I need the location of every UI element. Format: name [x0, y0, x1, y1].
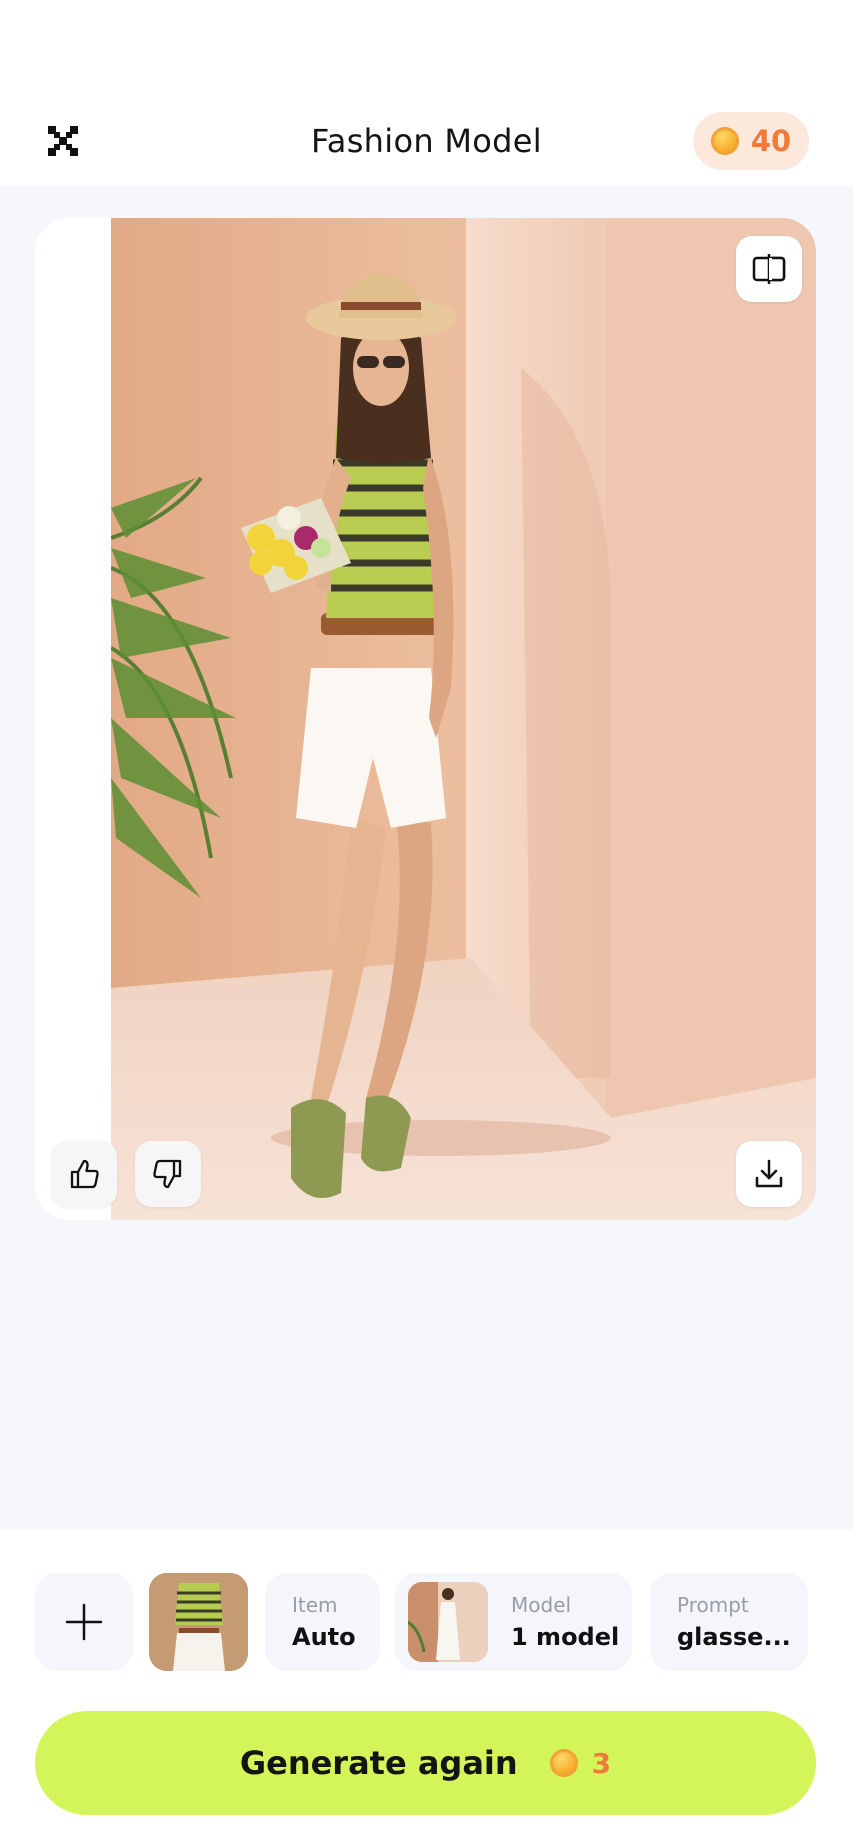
like-button[interactable] — [51, 1141, 117, 1207]
prompt-option[interactable]: Prompt glasse... — [650, 1573, 808, 1671]
model-thumbnail — [408, 1582, 488, 1662]
model-thumbnail-image — [408, 1582, 488, 1662]
generated-image[interactable] — [111, 218, 816, 1220]
item-thumbnail[interactable] — [149, 1573, 248, 1671]
generate-again-button[interactable]: Generate again 3 — [35, 1711, 816, 1815]
dislike-button[interactable] — [135, 1141, 201, 1207]
fashion-model-illustration — [111, 218, 816, 1220]
coin-balance-value: 40 — [750, 124, 792, 158]
thumbs-up-icon — [70, 1159, 99, 1189]
item-thumbnail-image — [149, 1573, 248, 1671]
item-option[interactable]: Item Auto — [265, 1573, 380, 1671]
coin-balance-badge[interactable]: 40 — [693, 112, 809, 170]
generate-again-label: Generate again — [239, 1744, 518, 1782]
item-option-label: Item — [292, 1593, 338, 1617]
download-button[interactable] — [736, 1141, 802, 1207]
prompt-option-label: Prompt — [677, 1593, 749, 1617]
coin-icon — [549, 1749, 578, 1777]
item-option-value: Auto — [292, 1623, 356, 1651]
top-bar: Fashion Model 40 — [0, 0, 853, 186]
compare-button[interactable] — [736, 236, 802, 302]
model-option-value: 1 model — [511, 1623, 620, 1651]
compare-icon — [752, 254, 786, 284]
thumbs-down-icon — [153, 1159, 182, 1189]
coin-icon — [710, 127, 739, 155]
model-option[interactable]: Model 1 model — [395, 1573, 632, 1671]
add-item-button[interactable] — [35, 1573, 133, 1671]
generate-cost: 3 — [591, 1746, 612, 1780]
model-option-label: Model — [511, 1593, 572, 1617]
prompt-option-value: glasse... — [677, 1623, 791, 1651]
plus-icon — [65, 1603, 103, 1641]
generated-image-card — [35, 218, 816, 1220]
download-icon — [755, 1159, 783, 1188]
